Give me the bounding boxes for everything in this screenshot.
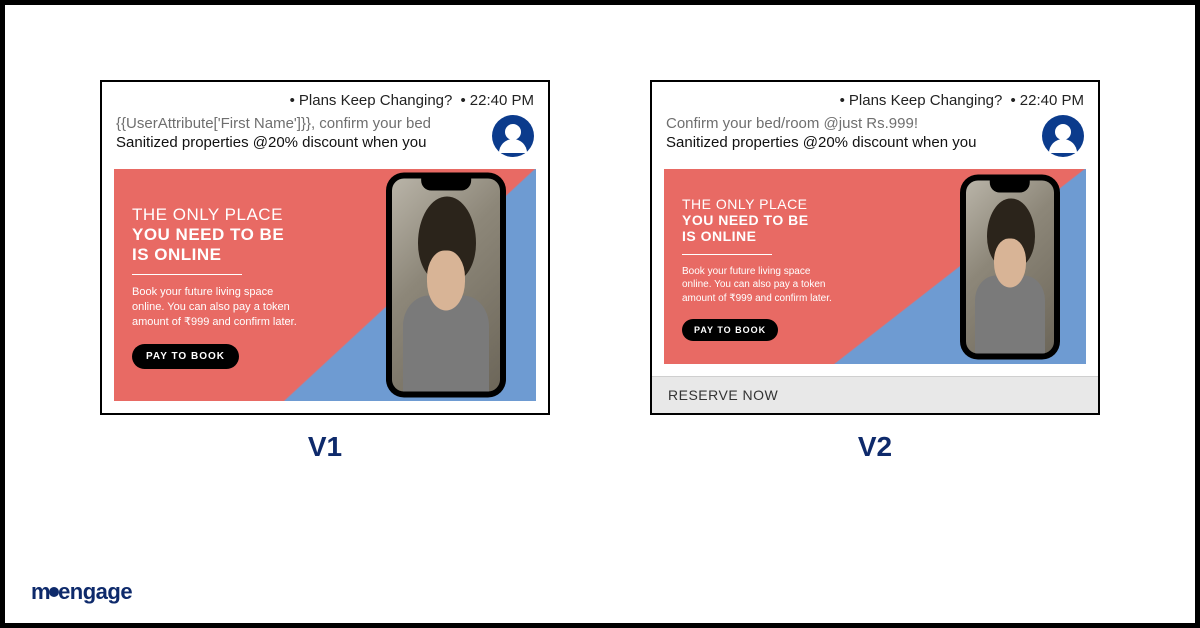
notification-title-col: {{UserAttribute['First Name']}}, confirm…	[116, 115, 486, 151]
creative-rule	[682, 254, 772, 255]
variant-row: •Plans Keep Changing? •22:40 PM {{UserAt…	[100, 80, 1100, 463]
variant-label-v2: V2	[858, 431, 892, 463]
pay-to-book-button[interactable]: PAY TO BOOK	[132, 344, 239, 369]
comparison-frame: •Plans Keep Changing? •22:40 PM {{UserAt…	[0, 0, 1200, 628]
phone-mock	[386, 173, 506, 398]
person-illustration	[392, 179, 500, 392]
notification-title: Confirm your bed/room @just Rs.999!	[666, 115, 1036, 132]
notification-card-v2: •Plans Keep Changing? •22:40 PM Confirm …	[650, 80, 1100, 415]
phone-screen	[392, 179, 500, 392]
notification-header: •Plans Keep Changing? •22:40 PM Confirm …	[652, 82, 1098, 163]
pay-to-book-button[interactable]: PAY TO BOOK	[682, 319, 778, 341]
meta-time: 22:40 PM	[1020, 92, 1084, 109]
avatar-icon	[492, 115, 534, 157]
notification-body: Sanitized properties @20% discount when …	[666, 134, 1036, 151]
meta-title: Plans Keep Changing?	[299, 92, 452, 109]
phone-mock	[960, 174, 1060, 359]
notification-title-row: {{UserAttribute['First Name']}}, confirm…	[116, 115, 534, 157]
variant-col-v2: •Plans Keep Changing? •22:40 PM Confirm …	[650, 80, 1100, 463]
notification-body: Sanitized properties @20% discount when …	[116, 134, 486, 151]
notification-meta: •Plans Keep Changing? •22:40 PM	[666, 92, 1084, 109]
variant-col-v1: •Plans Keep Changing? •22:40 PM {{UserAt…	[100, 80, 550, 463]
avatar-icon	[1042, 115, 1084, 157]
notification-title-col: Confirm your bed/room @just Rs.999! Sani…	[666, 115, 1036, 151]
creative-banner: THE ONLY PLACE YOU NEED TO BE IS ONLINE …	[114, 169, 536, 401]
creative-banner: THE ONLY PLACE YOU NEED TO BE IS ONLINE …	[664, 169, 1086, 364]
notification-card-v1: •Plans Keep Changing? •22:40 PM {{UserAt…	[100, 80, 550, 415]
creative-copy: Book your future living space online. Yo…	[682, 265, 832, 306]
creative-rule	[132, 274, 242, 275]
notification-meta: •Plans Keep Changing? •22:40 PM	[116, 92, 534, 109]
meta-time: 22:40 PM	[470, 92, 534, 109]
notification-title: {{UserAttribute['First Name']}}, confirm…	[116, 115, 486, 132]
creative-copy: Book your future living space online. Yo…	[132, 285, 302, 330]
variant-label-v1: V1	[308, 431, 342, 463]
brand-logo: mengage	[31, 579, 132, 605]
phone-screen	[966, 180, 1054, 353]
reserve-now-button[interactable]: RESERVE NOW	[652, 376, 1098, 413]
brand-o-dot	[49, 587, 59, 597]
meta-title: Plans Keep Changing?	[849, 92, 1002, 109]
notification-title-row: Confirm your bed/room @just Rs.999! Sani…	[666, 115, 1084, 157]
person-illustration	[966, 180, 1054, 353]
notification-header: •Plans Keep Changing? •22:40 PM {{UserAt…	[102, 82, 548, 163]
